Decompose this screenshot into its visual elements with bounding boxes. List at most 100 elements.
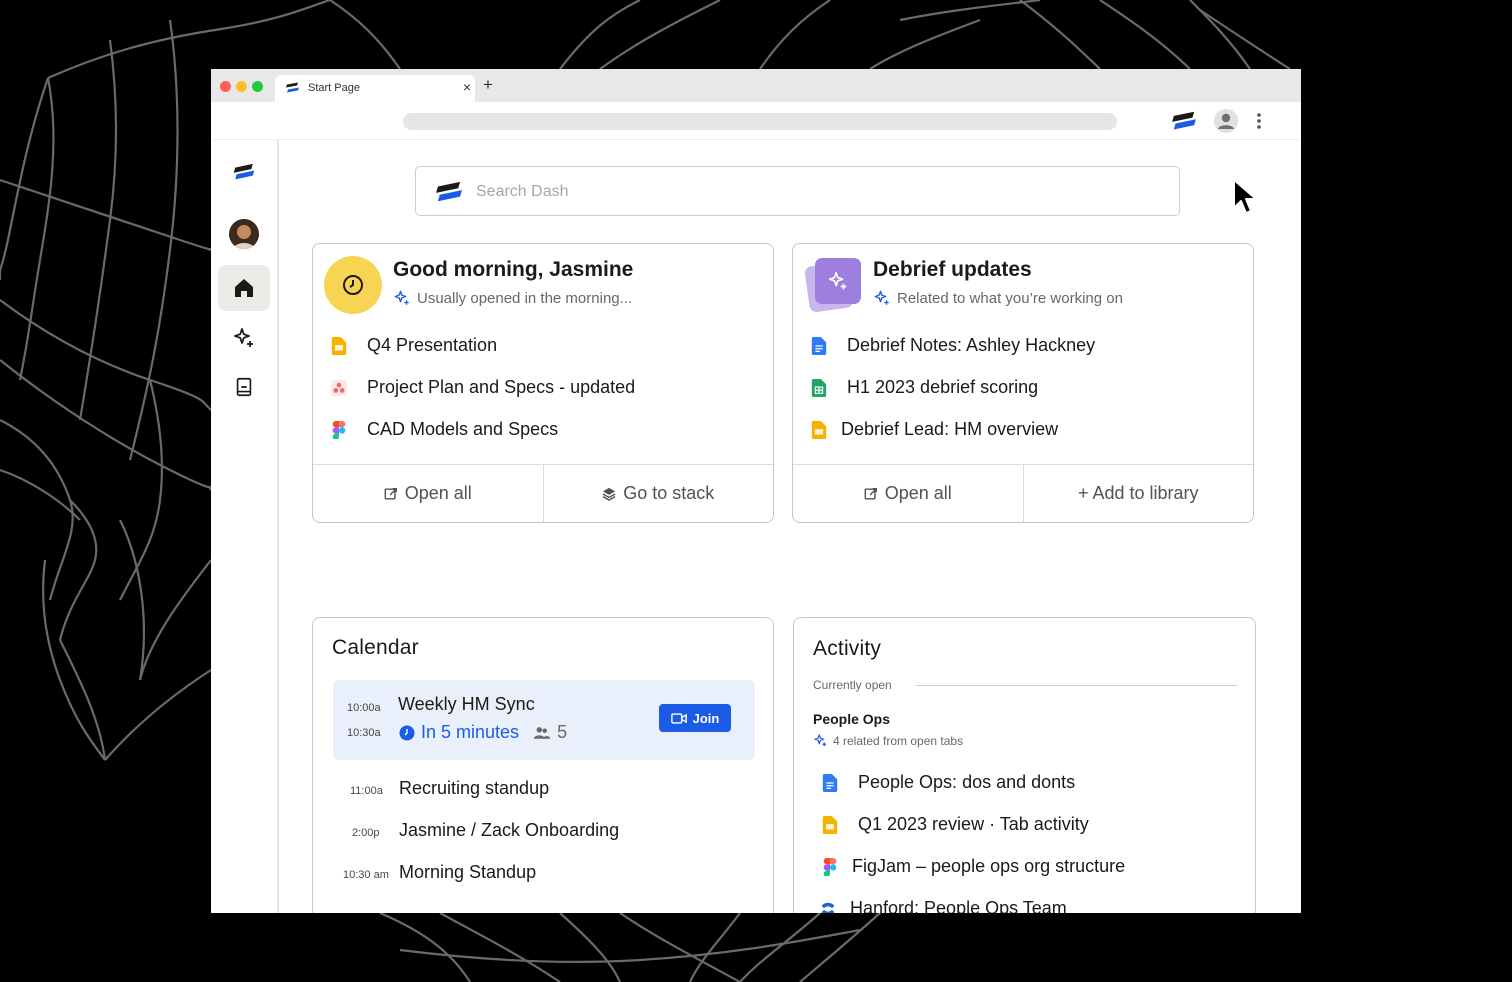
figma-icon (332, 420, 346, 439)
open-all-label: Open all (404, 483, 472, 503)
add-to-library-label: + Add to library (1077, 483, 1199, 503)
event-title: Jasmine / Zack Onboarding (399, 820, 620, 840)
mouse-cursor-icon (1233, 179, 1257, 214)
list-item[interactable]: Project Plan and Specs - updated (331, 377, 635, 398)
activity-group-title: People Ops (813, 711, 891, 727)
tab-strip: Start Page × + (211, 69, 1301, 102)
book-icon (236, 377, 252, 397)
google-slides-icon (331, 336, 347, 355)
event-status: In 5 minutes 5 (399, 722, 567, 743)
event-title: Recruiting standup (399, 778, 550, 798)
google-sheets-icon (811, 378, 827, 397)
debrief-subtitle-text: Related to what you’re working on (897, 289, 1123, 307)
event-title: Weekly HM Sync (398, 694, 535, 714)
sparkle-icon (234, 328, 253, 347)
debrief-title: Debrief updates (873, 258, 1032, 281)
event-status-text: In 5 minutes (421, 722, 520, 742)
go-to-stack-button[interactable]: Go to stack (542, 465, 774, 522)
figma-icon (823, 857, 837, 876)
stack-icon (602, 487, 616, 501)
item-label: Hanford: People Ops Team (850, 898, 1067, 913)
video-icon (670, 712, 687, 724)
list-item[interactable]: CAD Models and Specs (331, 419, 558, 440)
open-all-button[interactable]: Open all (313, 465, 543, 522)
currently-open-label: Currently open (813, 678, 892, 692)
browser-toolbar (211, 102, 1301, 140)
clock-badge (324, 256, 382, 314)
sidebar-item-home[interactable] (218, 265, 270, 311)
google-slides-icon (811, 420, 827, 439)
greeting-title: Good morning, Jasmine (393, 258, 634, 281)
dash-extension-icon[interactable] (1171, 110, 1197, 132)
go-to-stack-label: Go to stack (623, 483, 715, 503)
calendar-card: Calendar 10:00a 10:30a Weekly HM Sync In… (312, 617, 774, 913)
join-button[interactable]: Join (659, 704, 731, 732)
greeting-subtitle-text: Usually opened in the morning... (417, 289, 633, 307)
tab-title: Start Page (308, 82, 360, 94)
list-item[interactable]: Q1 2023 review · Tab activity (822, 814, 1089, 835)
sidebar (211, 140, 279, 913)
calendar-event[interactable]: 11:00a Recruiting standup (313, 778, 773, 808)
list-item[interactable]: Debrief Notes: Ashley Hackney (811, 335, 1095, 356)
activity-group-sub: 4 related from open tabs (813, 733, 963, 748)
greeting-subtitle: Usually opened in the morning... (393, 289, 632, 307)
more-menu-icon[interactable] (1254, 111, 1264, 131)
item-label: Debrief Lead: HM overview (841, 419, 1059, 439)
item-label: Debrief Notes: Ashley Hackney (847, 335, 1096, 355)
google-docs-icon (811, 336, 827, 355)
item-label: CAD Models and Specs (367, 419, 559, 439)
debrief-subtitle: Related to what you’re working on (873, 289, 1123, 307)
sidebar-item-ai[interactable] (218, 315, 270, 361)
event-time: 11:00a (350, 785, 383, 797)
clock-icon (343, 275, 363, 295)
browser-tab[interactable]: Start Page × (275, 75, 475, 102)
user-avatar[interactable] (229, 219, 259, 249)
event-time: 2:00p (352, 827, 380, 839)
google-docs-icon (822, 773, 838, 792)
calendar-event-highlight[interactable]: 10:00a 10:30a Weekly HM Sync In 5 minute… (333, 680, 755, 760)
calendar-event[interactable]: 2:00p Jasmine / Zack Onboarding (313, 820, 773, 850)
list-item[interactable]: FigJam – people ops org structure (822, 856, 1125, 877)
open-all-button[interactable]: Open all (793, 465, 1023, 522)
debrief-card: Debrief updates Related to what you’re w… (792, 243, 1254, 523)
list-item[interactable]: Hanford: People Ops Team (820, 898, 1067, 913)
list-item[interactable]: Q4 Presentation (331, 335, 497, 356)
external-link-icon (864, 487, 877, 500)
clock-icon (399, 725, 415, 740)
home-icon (235, 279, 253, 297)
list-item[interactable]: Debrief Lead: HM overview (811, 419, 1058, 440)
debrief-badge (804, 258, 861, 313)
item-label: Project Plan and Specs - updated (367, 377, 636, 397)
sidebar-item-library[interactable] (218, 364, 270, 410)
external-link-icon (384, 487, 397, 500)
minimize-window-button[interactable] (236, 81, 247, 92)
divider (916, 685, 1237, 686)
list-item[interactable]: People Ops: dos and donts (822, 772, 1075, 793)
browser-window: Start Page × + Search Dash Good morning,… (211, 69, 1301, 913)
profile-icon[interactable] (1214, 109, 1238, 133)
zoom-window-button[interactable] (252, 81, 263, 92)
join-label: Join (692, 710, 720, 726)
attendees-icon (533, 727, 551, 739)
search-input[interactable] (476, 179, 1156, 205)
list-item[interactable]: H1 2023 debrief scoring (811, 377, 1038, 398)
address-bar[interactable] (403, 113, 1117, 130)
confluence-icon (821, 902, 835, 913)
sparkle-icon (874, 290, 889, 305)
tab-close-icon[interactable]: × (463, 79, 471, 95)
calendar-title: Calendar (332, 636, 419, 659)
attendee-count: 5 (557, 722, 568, 742)
event-time: 10:30 am (343, 869, 389, 881)
add-to-library-button[interactable]: + Add to library (1022, 465, 1254, 522)
search-bar[interactable] (415, 166, 1180, 216)
sparkle-icon (814, 734, 827, 747)
event-end-time: 10:30a (347, 727, 381, 739)
activity-group-sub-text: 4 related from open tabs (833, 733, 964, 748)
dash-logo-icon[interactable] (233, 162, 255, 182)
activity-card: Activity Currently open People Ops 4 rel… (793, 617, 1256, 913)
calendar-event[interactable]: 10:30 am Morning Standup (313, 862, 773, 892)
new-tab-button[interactable]: + (483, 76, 493, 94)
close-window-button[interactable] (220, 81, 231, 92)
item-label: FigJam – people ops org structure (852, 856, 1126, 876)
item-label: Q1 2023 review · Tab activity (858, 814, 1089, 834)
